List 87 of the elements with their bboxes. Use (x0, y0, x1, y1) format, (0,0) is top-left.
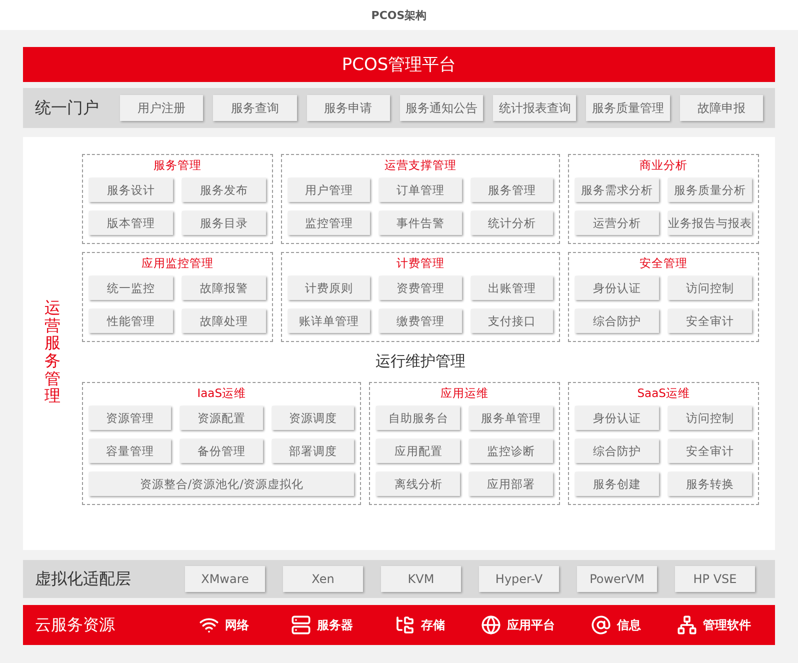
platform-item[interactable]: KVM (381, 566, 461, 592)
platform-item[interactable]: XMware (185, 566, 265, 592)
module-item[interactable]: 缴费管理 (379, 309, 462, 333)
module-item[interactable]: 应用配置 (376, 439, 460, 463)
portal-item[interactable]: 服务通知公告 (400, 95, 484, 121)
module-item[interactable]: 访问控制 (668, 276, 752, 300)
module-title: 商业分析 (640, 159, 688, 172)
resource-label: 应用平台 (507, 616, 555, 634)
module-title: 应用运维 (440, 387, 489, 400)
virtualization-label: 虚拟化适配层 (35, 568, 132, 590)
module-item[interactable]: 服务创建 (575, 472, 660, 496)
module-item[interactable]: 服务目录 (182, 211, 266, 235)
module-title: IaaS运维 (197, 387, 246, 400)
module-item[interactable]: 资源调度 (272, 406, 354, 430)
platform-item[interactable]: Xen (283, 566, 363, 592)
module-item[interactable]: 服务管理 (470, 178, 554, 202)
globe-icon (481, 615, 501, 635)
module-title: SaaS运维 (637, 387, 690, 400)
module-item[interactable]: 备份管理 (180, 439, 263, 463)
module-title: 服务管理 (153, 159, 202, 172)
at-sign-icon (591, 615, 611, 635)
module-item[interactable]: 监控管理 (288, 211, 370, 235)
module-item[interactable]: 服务质量分析 (668, 178, 752, 202)
module-title: 应用监控管理 (141, 257, 214, 270)
module-item[interactable]: 版本管理 (89, 211, 173, 235)
section-title: 运行维护管理 (376, 352, 466, 371)
module-item[interactable]: 服务单管理 (469, 406, 554, 430)
module-item[interactable]: 资费管理 (379, 276, 462, 300)
module-item[interactable]: 支付接口 (470, 309, 554, 333)
module-item[interactable]: 综合防护 (575, 439, 660, 463)
page-title: PCOS架构 (371, 8, 427, 22)
module-item[interactable]: 统一监控 (89, 276, 173, 300)
platform-item[interactable]: PowerVM (577, 566, 657, 592)
platform-item[interactable]: Hyper-V (479, 566, 559, 592)
cloud-label: 云服务资源 (35, 614, 116, 636)
resource-label: 服务器 (317, 616, 353, 634)
portal-item[interactable]: 故障申报 (680, 95, 763, 121)
module-item[interactable]: 统计分析 (470, 211, 554, 235)
resource-label: 网络 (225, 616, 249, 634)
portal-item[interactable]: 服务申请 (306, 95, 390, 121)
module-item[interactable]: 运营分析 (575, 211, 659, 235)
network-icon (677, 615, 697, 635)
portal-item[interactable]: 服务质量管理 (586, 95, 670, 121)
module-item[interactable]: 服务发布 (182, 178, 266, 202)
module-item[interactable]: 事件告警 (379, 211, 462, 235)
module-item[interactable]: 综合防护 (575, 309, 660, 333)
module-item[interactable]: 安全审计 (668, 439, 752, 463)
module-title: 运营支撑管理 (384, 159, 456, 172)
module-item[interactable]: 自助服务台 (376, 406, 460, 430)
resource-label: 存储 (421, 616, 445, 634)
module-item[interactable]: 离线分析 (376, 472, 460, 496)
module-item[interactable]: 部署调度 (272, 439, 354, 463)
portal-label: 统一门户 (35, 98, 100, 118)
resource-label: 管理软件 (703, 616, 751, 634)
module-item[interactable]: 账详单管理 (288, 309, 370, 333)
module-item[interactable]: 访问控制 (668, 406, 752, 430)
module-item[interactable]: 身份认证 (575, 406, 660, 430)
module-item[interactable]: 出账管理 (470, 276, 554, 300)
module-title: 安全管理 (640, 257, 688, 270)
module-item[interactable]: 故障处理 (182, 309, 266, 333)
platform-banner: PCOS管理平台 (23, 47, 775, 82)
module-item[interactable]: 订单管理 (379, 178, 462, 202)
module-item[interactable]: 容量管理 (89, 439, 172, 463)
resource-label: 信息 (617, 616, 641, 634)
platform-item[interactable]: HP VSE (675, 566, 755, 592)
operations-label: 运营服务管理 (44, 299, 60, 405)
module-item[interactable]: 性能管理 (89, 309, 173, 333)
module-item[interactable]: 资源整合/资源池化/资源虚拟化 (89, 472, 354, 496)
module-item[interactable]: 监控诊断 (469, 439, 554, 463)
portal-item[interactable]: 统计报表查询 (493, 95, 576, 121)
module-title: 计费管理 (396, 257, 444, 270)
portal-item[interactable]: 用户注册 (120, 95, 204, 121)
module-item[interactable]: 身份认证 (575, 276, 660, 300)
module-item[interactable]: 应用部署 (469, 472, 554, 496)
module-item[interactable]: 安全审计 (668, 309, 752, 333)
module-item[interactable]: 服务设计 (89, 178, 173, 202)
portal-item[interactable]: 服务查询 (213, 95, 297, 121)
module-item[interactable]: 服务需求分析 (575, 178, 660, 202)
module-item[interactable]: 业务报告与报表 (668, 211, 752, 235)
module-item[interactable]: 服务转换 (668, 472, 752, 496)
module-item[interactable]: 故障报警 (182, 276, 266, 300)
module-item[interactable]: 用户管理 (288, 178, 370, 202)
folder-tree-icon (395, 615, 415, 635)
server-icon (291, 615, 311, 635)
module-item[interactable]: 资源管理 (89, 406, 172, 430)
module-item[interactable]: 资源配置 (180, 406, 263, 430)
module-item[interactable]: 计费原则 (288, 276, 370, 300)
